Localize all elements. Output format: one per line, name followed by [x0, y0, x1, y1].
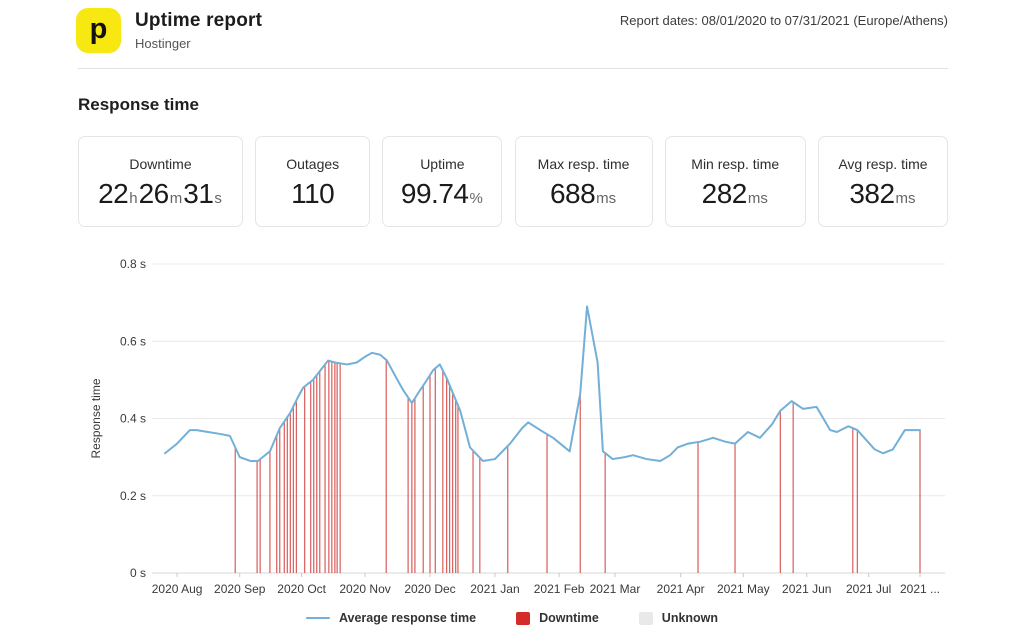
average-response-line: [165, 306, 920, 461]
x-tick-label: 2021 ...: [900, 582, 940, 596]
stat-value: 22h26m31s: [98, 180, 223, 208]
y-tick-label: 0.2 s: [120, 489, 146, 503]
report-dates: Report dates: 08/01/2020 to 07/31/2021 (…: [620, 13, 948, 28]
stat-label: Outages: [286, 156, 339, 172]
stat-card-max-resp-time: Max resp. time 688ms: [515, 136, 653, 227]
stat-value-unit: m: [170, 191, 183, 206]
stat-value-unit: ms: [596, 191, 616, 206]
stat-value-number: 31: [183, 180, 213, 208]
stat-card-min-resp-time: Min resp. time 282ms: [665, 136, 806, 227]
legend-downtime: Downtime: [516, 611, 599, 625]
stat-value-unit: h: [129, 191, 137, 206]
legend-label: Average response time: [339, 611, 476, 625]
stat-value-number: 382: [849, 180, 894, 208]
x-tick-label: 2021 Jul: [846, 582, 891, 596]
stat-value: 382ms: [849, 180, 916, 208]
line-sample-icon: [306, 617, 330, 620]
stat-label: Uptime: [420, 156, 464, 172]
stat-label: Max resp. time: [538, 156, 630, 172]
downtime-swatch-icon: [516, 612, 530, 625]
y-tick-label: 0.6 s: [120, 334, 146, 348]
y-tick-label: 0.8 s: [120, 257, 146, 271]
stat-value-number: 282: [702, 180, 747, 208]
x-tick-label: 2020 Sep: [214, 582, 266, 596]
legend-unknown: Unknown: [639, 611, 718, 625]
x-tick-label: 2021 Mar: [590, 582, 641, 596]
response-time-chart: 0 s 0.2 s 0.4 s 0.6 s 0.8 s 2020 Aug 2020 Sep 2…: [0, 245, 1024, 605]
header-divider: [78, 68, 948, 69]
stat-value: 688ms: [550, 180, 617, 208]
stat-card-outages: Outages 110: [255, 136, 370, 227]
stat-value-unit: ms: [896, 191, 916, 206]
x-tick-label: 2020 Aug: [152, 582, 203, 596]
y-axis-title: Response time: [89, 378, 103, 458]
x-tick-label: 2020 Oct: [277, 582, 326, 596]
stat-value-number: 22: [98, 180, 128, 208]
stat-value-unit: ms: [748, 191, 768, 206]
stat-value-number: 110: [291, 180, 334, 208]
downtime-bars: [235, 360, 920, 573]
legend-label: Downtime: [539, 611, 599, 625]
stat-value-unit: %: [469, 191, 482, 206]
logo-letter: p: [90, 13, 108, 46]
unknown-swatch-icon: [639, 612, 653, 625]
x-tick-label: 2021 Jun: [782, 582, 831, 596]
stat-value-number: 688: [550, 180, 595, 208]
x-tick-label: 2021 Jan: [470, 582, 519, 596]
stat-value-unit: s: [214, 191, 222, 206]
report-titles: Uptime report Hostinger: [135, 10, 262, 51]
stat-label: Downtime: [129, 156, 191, 172]
stat-value: 99.74%: [401, 180, 484, 208]
stat-value: 110: [291, 180, 334, 208]
stat-value-number: 26: [139, 180, 169, 208]
x-tick-label: 2021 May: [717, 582, 770, 596]
stat-card-downtime: Downtime 22h26m31s: [78, 136, 243, 227]
page-title: Uptime report: [135, 10, 262, 32]
stat-card-uptime: Uptime 99.74%: [382, 136, 502, 227]
x-tick-label: 2021 Feb: [534, 582, 585, 596]
x-tick-label: 2020 Dec: [404, 582, 455, 596]
monitor-name: Hostinger: [135, 36, 262, 51]
y-tick-label: 0.4 s: [120, 412, 146, 426]
section-heading: Response time: [78, 95, 199, 115]
legend-average-response-time: Average response time: [306, 611, 476, 625]
uptime-report-page: p Uptime report Hostinger Report dates: …: [0, 0, 1024, 638]
x-tick-label: 2021 Apr: [657, 582, 705, 596]
stat-value-number: 99.74: [401, 180, 469, 208]
chart-legend: Average response time Downtime Unknown: [0, 611, 1024, 625]
pingdom-logo: p: [76, 8, 121, 53]
legend-label: Unknown: [662, 611, 718, 625]
y-tick-label: 0 s: [130, 566, 146, 580]
stat-card-avg-resp-time: Avg resp. time 382ms: [818, 136, 948, 227]
stat-value: 282ms: [702, 180, 769, 208]
stat-label: Min resp. time: [691, 156, 779, 172]
x-tick-label: 2020 Nov: [339, 582, 390, 596]
stats-row: Downtime 22h26m31s Outages 110 Uptime 99…: [78, 136, 948, 227]
stat-label: Avg resp. time: [838, 156, 927, 172]
